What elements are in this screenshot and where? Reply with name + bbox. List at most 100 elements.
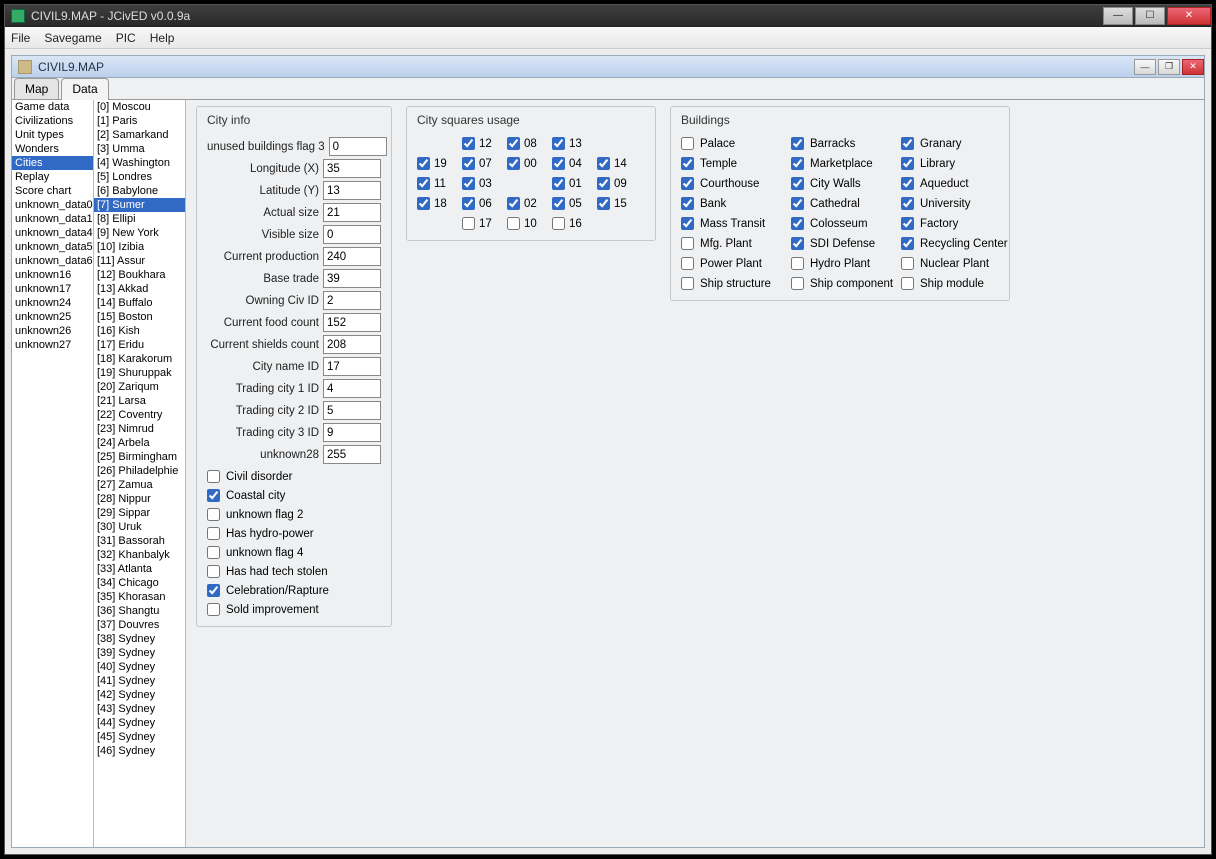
city-list-item[interactable]: [29] Sippar: [94, 506, 185, 520]
city-list-item[interactable]: [16] Kish: [94, 324, 185, 338]
building-checkbox[interactable]: [901, 137, 914, 150]
building-cell[interactable]: Factory: [901, 217, 1011, 230]
outer-titlebar[interactable]: CIVIL9.MAP - JCivED v0.0.9a: [5, 5, 1211, 27]
city-list-item[interactable]: [7] Sumer: [94, 198, 185, 212]
building-cell[interactable]: Bank: [681, 197, 791, 210]
field-input[interactable]: [323, 181, 381, 200]
city-list-item[interactable]: [45] Sydney: [94, 730, 185, 744]
menu-savegame[interactable]: Savegame: [44, 31, 101, 45]
field-input[interactable]: [323, 335, 381, 354]
category-list-item[interactable]: Replay: [12, 170, 93, 184]
city-list-item[interactable]: [2] Samarkand: [94, 128, 185, 142]
square-checkbox[interactable]: [597, 197, 610, 210]
building-checkbox[interactable]: [681, 217, 694, 230]
category-list-item[interactable]: unknown_data6: [12, 254, 93, 268]
building-cell[interactable]: Ship component: [791, 277, 901, 290]
field-input[interactable]: [323, 357, 381, 376]
square-cell[interactable]: 08: [507, 137, 552, 150]
square-cell[interactable]: 15: [597, 197, 642, 210]
city-list-item[interactable]: [15] Boston: [94, 310, 185, 324]
city-list-item[interactable]: [11] Assur: [94, 254, 185, 268]
maximize-button[interactable]: [1135, 7, 1165, 25]
city-list-item[interactable]: [37] Douvres: [94, 618, 185, 632]
city-list-item[interactable]: [3] Umma: [94, 142, 185, 156]
building-cell[interactable]: University: [901, 197, 1011, 210]
city-list-item[interactable]: [25] Birmingham: [94, 450, 185, 464]
city-list-item[interactable]: [31] Bassorah: [94, 534, 185, 548]
flag-checkbox[interactable]: [207, 546, 220, 559]
field-input[interactable]: [323, 401, 381, 420]
field-input[interactable]: [323, 313, 381, 332]
menu-help[interactable]: Help: [150, 31, 175, 45]
building-cell[interactable]: Palace: [681, 137, 791, 150]
building-checkbox[interactable]: [901, 257, 914, 270]
inner-close-button[interactable]: [1182, 59, 1204, 75]
city-list-item[interactable]: [46] Sydney: [94, 744, 185, 758]
category-list[interactable]: Game dataCivilizationsUnit typesWondersC…: [12, 100, 94, 847]
building-cell[interactable]: Barracks: [791, 137, 901, 150]
building-cell[interactable]: Cathedral: [791, 197, 901, 210]
building-checkbox[interactable]: [791, 197, 804, 210]
square-cell[interactable]: 19: [417, 157, 462, 170]
square-cell[interactable]: 12: [462, 137, 507, 150]
field-input[interactable]: [323, 225, 381, 244]
field-input[interactable]: [323, 379, 381, 398]
building-cell[interactable]: Power Plant: [681, 257, 791, 270]
flag-checkbox-row[interactable]: Has hydro-power: [207, 527, 381, 540]
square-checkbox[interactable]: [552, 177, 565, 190]
square-cell[interactable]: 13: [552, 137, 597, 150]
building-checkbox[interactable]: [681, 177, 694, 190]
category-list-item[interactable]: unknown27: [12, 338, 93, 352]
flag-checkbox[interactable]: [207, 584, 220, 597]
building-checkbox[interactable]: [791, 237, 804, 250]
square-checkbox[interactable]: [462, 217, 475, 230]
city-list-item[interactable]: [21] Larsa: [94, 394, 185, 408]
flag-checkbox-row[interactable]: Civil disorder: [207, 470, 381, 483]
square-checkbox[interactable]: [417, 157, 430, 170]
city-list-item[interactable]: [20] Zariqum: [94, 380, 185, 394]
square-cell[interactable]: 07: [462, 157, 507, 170]
square-checkbox[interactable]: [552, 157, 565, 170]
minimize-button[interactable]: [1103, 7, 1133, 25]
building-cell[interactable]: City Walls: [791, 177, 901, 190]
field-input[interactable]: [323, 291, 381, 310]
category-list-item[interactable]: Civilizations: [12, 114, 93, 128]
building-cell[interactable]: Hydro Plant: [791, 257, 901, 270]
inner-minimize-button[interactable]: [1134, 59, 1156, 75]
building-cell[interactable]: Marketplace: [791, 157, 901, 170]
city-list-item[interactable]: [39] Sydney: [94, 646, 185, 660]
flag-checkbox-row[interactable]: Coastal city: [207, 489, 381, 502]
field-input[interactable]: [323, 247, 381, 266]
city-list-item[interactable]: [32] Khanbalyk: [94, 548, 185, 562]
field-input[interactable]: [323, 159, 381, 178]
city-list-item[interactable]: [26] Philadelphie: [94, 464, 185, 478]
square-checkbox[interactable]: [507, 137, 520, 150]
square-cell[interactable]: 05: [552, 197, 597, 210]
city-list-item[interactable]: [35] Khorasan: [94, 590, 185, 604]
flag-checkbox-row[interactable]: Has had tech stolen: [207, 565, 381, 578]
building-checkbox[interactable]: [901, 157, 914, 170]
square-cell[interactable]: 16: [552, 217, 597, 230]
flag-checkbox-row[interactable]: unknown flag 2: [207, 508, 381, 521]
square-checkbox[interactable]: [462, 157, 475, 170]
building-checkbox[interactable]: [791, 177, 804, 190]
city-list-item[interactable]: [27] Zamua: [94, 478, 185, 492]
menu-pic[interactable]: PIC: [116, 31, 136, 45]
city-list-item[interactable]: [33] Atlanta: [94, 562, 185, 576]
building-checkbox[interactable]: [681, 237, 694, 250]
square-checkbox[interactable]: [462, 137, 475, 150]
city-list-item[interactable]: [38] Sydney: [94, 632, 185, 646]
square-checkbox[interactable]: [462, 177, 475, 190]
building-cell[interactable]: Granary: [901, 137, 1011, 150]
city-list-item[interactable]: [0] Moscou: [94, 100, 185, 114]
square-checkbox[interactable]: [552, 197, 565, 210]
square-checkbox[interactable]: [507, 197, 520, 210]
field-input[interactable]: [329, 137, 387, 156]
field-input[interactable]: [323, 269, 381, 288]
city-list-item[interactable]: [19] Shuruppak: [94, 366, 185, 380]
city-list-item[interactable]: [44] Sydney: [94, 716, 185, 730]
city-list-item[interactable]: [12] Boukhara: [94, 268, 185, 282]
city-list-item[interactable]: [41] Sydney: [94, 674, 185, 688]
building-checkbox[interactable]: [901, 177, 914, 190]
square-cell[interactable]: 00: [507, 157, 552, 170]
